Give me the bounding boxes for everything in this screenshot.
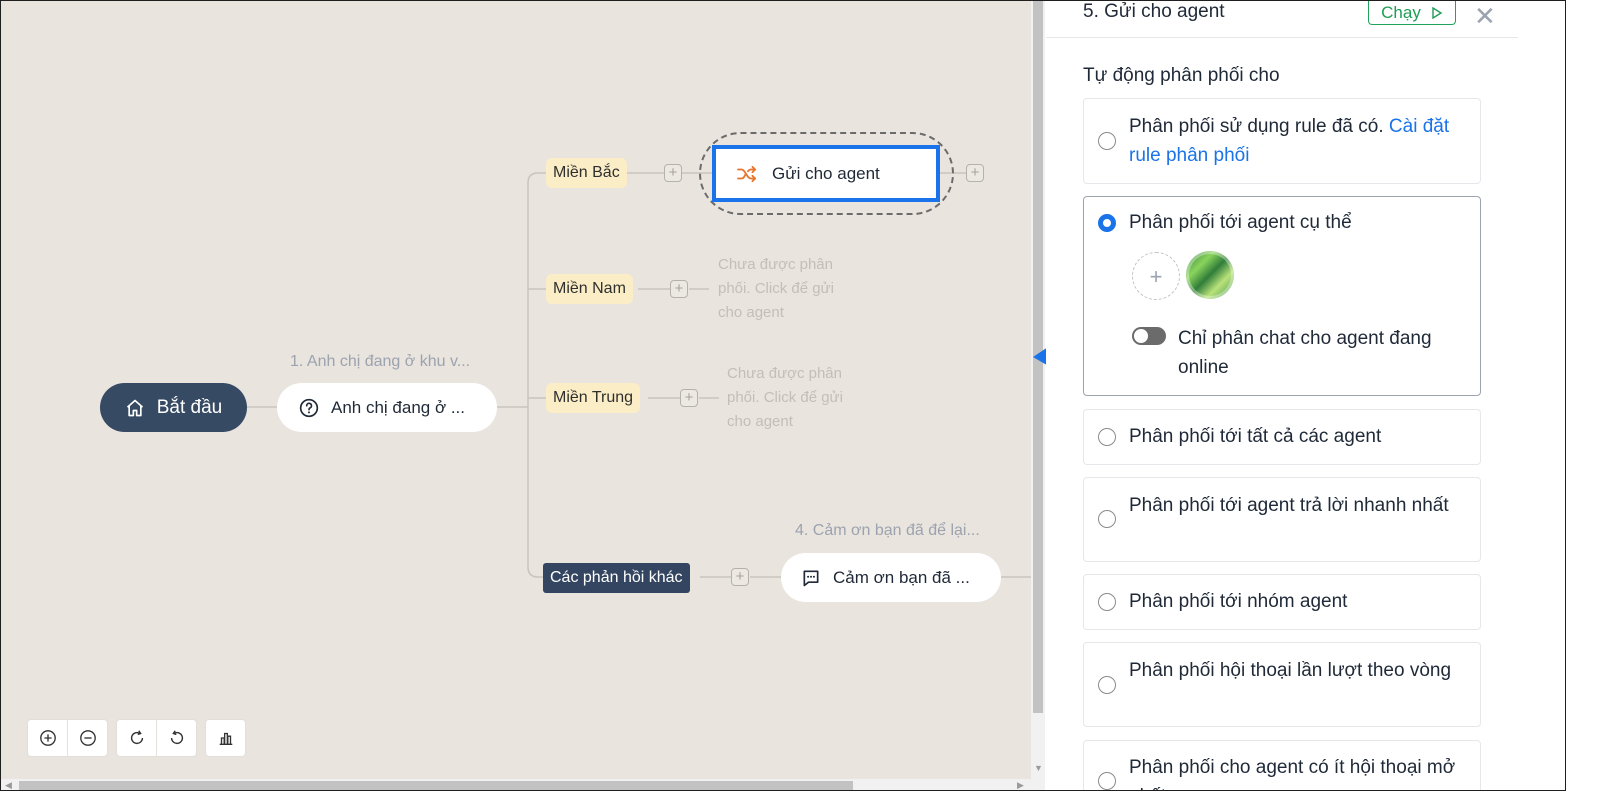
thanks-node-label: Cảm ơn bạn đã ... (833, 567, 970, 587)
zoom-out-button[interactable] (68, 720, 107, 756)
question-caption: 1. Anh chị đang ở khu v... (290, 353, 471, 370)
question-node-label: Anh chị đang ở ... (331, 397, 466, 417)
option-label: Phân phối tới nhóm agent (1129, 591, 1348, 612)
chart-bar-icon (219, 732, 232, 745)
scroll-right-icon[interactable]: ▶ (1017, 780, 1024, 790)
add-step-button[interactable]: + (664, 164, 682, 182)
radio-button[interactable] (1098, 772, 1116, 790)
radio-button[interactable] (1098, 593, 1116, 611)
branch-tag-mien-nam[interactable]: Miền Nam (546, 274, 633, 304)
send-to-agent-label: Gửi cho agent (772, 163, 880, 183)
rotate-right-button[interactable] (117, 720, 157, 756)
shuffle-icon (737, 165, 756, 182)
run-button-label: Chạy (1381, 2, 1421, 22)
start-node[interactable]: Bắt đầu (100, 383, 247, 432)
play-icon (1432, 6, 1443, 19)
online-only-toggle[interactable] (1132, 327, 1166, 345)
thanks-message-node[interactable]: Cảm ơn bạn đã ... (781, 553, 1001, 602)
option-label: Phân phối tới agent trả lời nhanh nhất (1129, 495, 1449, 516)
option-label: Phân phối cho agent có ít hội thoại mở n… (1129, 757, 1456, 790)
rotate-cw-icon (130, 730, 143, 745)
start-node-label: Bắt đầu (156, 396, 223, 418)
layout-button[interactable] (206, 720, 245, 756)
unassigned-hint[interactable]: Chưa được phân phối. Click để gửi cho ag… (727, 362, 867, 434)
panel-divider (1046, 37, 1518, 38)
close-icon[interactable]: ✕ (1474, 1, 1496, 32)
radio-button[interactable] (1098, 428, 1116, 446)
option-label: Phân phối tới tất cả các agent (1129, 426, 1382, 447)
option-label: Phân phối tới agent cụ thể (1129, 212, 1352, 233)
agent-avatar[interactable] (1186, 251, 1234, 299)
canvas-horizontal-scrollbar[interactable]: ◀ ▶ (1, 779, 1045, 790)
distribution-option-specific-agent[interactable]: Phân phối tới agent cụ thể + Chỉ phân ch… (1083, 196, 1481, 396)
zoom-in-icon (39, 730, 56, 746)
section-label: Tự động phân phối cho (1083, 65, 1280, 86)
canvas-vertical-scrollbar[interactable]: ▼ (1031, 1, 1045, 779)
home-icon (126, 399, 143, 416)
radio-button[interactable] (1098, 676, 1116, 694)
add-step-button[interactable]: + (680, 389, 698, 407)
add-agent-button[interactable]: + (1132, 252, 1180, 300)
scroll-left-icon[interactable]: ◀ (5, 780, 12, 790)
rotate-left-button[interactable] (157, 720, 196, 756)
add-step-button[interactable]: + (670, 280, 688, 298)
radio-button[interactable] (1098, 132, 1116, 150)
add-step-button[interactable]: + (966, 164, 984, 182)
question-node[interactable]: Anh chị đang ở ... (277, 383, 497, 432)
question-icon (299, 398, 319, 417)
distribution-option-all-agents[interactable]: Phân phối tới tất cả các agent (1083, 409, 1481, 465)
radio-button-selected[interactable] (1098, 214, 1116, 232)
distribution-option-round-robin[interactable]: Phân phối hội thoại lần lượt theo vòng (1083, 642, 1481, 727)
online-only-label: Chỉ phân chat cho agent đang online (1178, 328, 1432, 378)
branch-tag-mien-bac[interactable]: Miền Bắc (546, 158, 627, 188)
chat-bubble-icon (803, 570, 819, 586)
rotate-ccw-icon (170, 730, 183, 745)
branch-tag-other-replies[interactable]: Các phản hồi khác (543, 563, 690, 593)
app-window: Bắt đầu 1. Anh chị đang ở khu v... Anh c… (0, 0, 1566, 791)
canvas-toolbar (27, 719, 246, 757)
run-button[interactable]: Chạy (1368, 1, 1456, 25)
distribution-option-least-open[interactable]: Phân phối cho agent có ít hội thoại mở n… (1083, 740, 1481, 790)
panel-title: 5. Gửi cho agent (1083, 1, 1225, 22)
radio-button[interactable] (1098, 510, 1116, 528)
unassigned-hint[interactable]: Chưa được phân phối. Click để gửi cho ag… (718, 253, 858, 325)
scrollbar-thumb[interactable] (19, 781, 853, 790)
branch-tag-mien-trung[interactable]: Miền Trung (546, 383, 641, 413)
send-to-agent-node[interactable]: Gửi cho agent (712, 145, 940, 202)
node-settings-panel: 5. Gửi cho agent Chạy ✕ Tự động phân phố… (1046, 1, 1565, 790)
option-label: Phân phối sử dụng rule đã có. (1129, 116, 1384, 137)
flow-canvas[interactable]: Bắt đầu 1. Anh chị đang ở khu v... Anh c… (1, 1, 1031, 779)
thanks-caption: 4. Cảm ơn bạn đã để lại... (795, 522, 980, 539)
zoom-out-icon (79, 730, 96, 746)
distribution-option-agent-group[interactable]: Phân phối tới nhóm agent (1083, 574, 1481, 630)
option-label: Phân phối hội thoại lần lượt theo vòng (1129, 660, 1452, 681)
distribution-option-existing-rule[interactable]: Phân phối sử dụng rule đã có. Cài đặt ru… (1083, 98, 1481, 184)
scroll-down-icon[interactable]: ▼ (1034, 763, 1043, 773)
zoom-in-button[interactable] (28, 720, 68, 756)
distribution-option-fastest-agent[interactable]: Phân phối tới agent trả lời nhanh nhất (1083, 477, 1481, 562)
add-step-button[interactable]: + (731, 568, 749, 586)
